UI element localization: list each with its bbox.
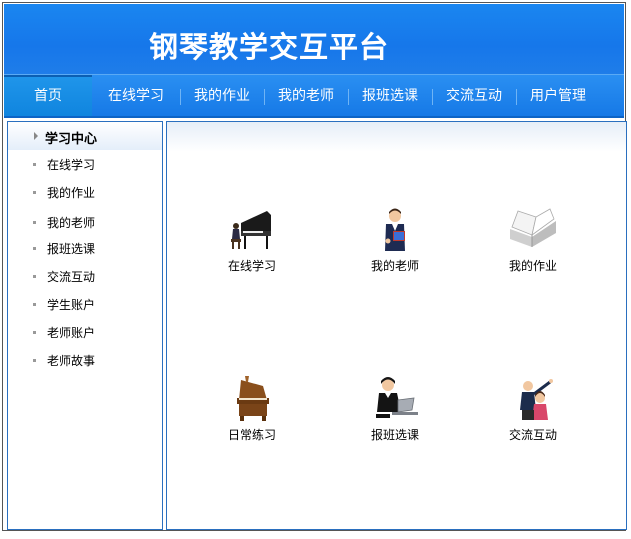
sidebar-item-my-teacher[interactable]: 我的老师: [33, 214, 95, 231]
tab-class-enroll[interactable]: 报班选课: [349, 75, 431, 118]
tile-daily-practice[interactable]: 日常练习: [202, 376, 302, 443]
main-panel: 在线学习 我的老师 我的作业 日常练习 报班选课 交流互动: [166, 121, 627, 530]
bullet-icon: [33, 331, 36, 334]
tab-user-management[interactable]: 用户管理: [517, 75, 599, 118]
sidebar-item-online-study[interactable]: 在线学习: [33, 156, 95, 173]
triangle-right-icon: [34, 132, 38, 140]
grand-piano-player-icon: [231, 211, 271, 249]
bullet-icon: [33, 221, 36, 224]
upright-piano-icon: [237, 376, 269, 421]
bullet-icon: [33, 275, 36, 278]
header-banner: 钢琴教学交互平台: [4, 4, 624, 74]
tile-class-enroll[interactable]: 报班选课: [345, 376, 445, 443]
app-frame: 钢琴教学交互平台 首页 在线学习 我的作业 我的老师 报班选课 交流互动 用户管…: [2, 2, 627, 531]
sidebar-item-interaction[interactable]: 交流互动: [33, 268, 95, 285]
sidebar-header-label: 学习中心: [45, 132, 98, 147]
tile-label: 我的作业: [508, 259, 557, 273]
tab-online-study[interactable]: 在线学习: [92, 75, 180, 118]
laptop-user-icon: [376, 377, 418, 418]
tile-label: 报班选课: [370, 428, 419, 442]
open-book-icon: [510, 208, 556, 247]
tab-my-teacher[interactable]: 我的老师: [265, 75, 347, 118]
tab-my-homework[interactable]: 我的作业: [181, 75, 263, 118]
tile-label: 我的老师: [370, 259, 419, 273]
sidebar: 学习中心 在线学习 我的作业 我的老师 报班选课 交流互动 学生账户 老师账户 …: [7, 121, 163, 530]
sidebar-item-my-homework[interactable]: 我的作业: [33, 184, 95, 201]
sidebar-item-class-enroll[interactable]: 报班选课: [33, 240, 95, 257]
main-nav: 首页 在线学习 我的作业 我的老师 报班选课 交流互动 用户管理: [4, 74, 624, 118]
app-title: 钢琴教学交互平台: [149, 30, 390, 64]
sidebar-item-teacher-account[interactable]: 老师账户: [33, 324, 95, 341]
tile-interaction[interactable]: 交流互动: [483, 376, 583, 443]
bullet-icon: [33, 303, 36, 306]
teacher-icon: [385, 208, 405, 251]
tile-my-homework[interactable]: 我的作业: [483, 207, 583, 274]
tab-interaction[interactable]: 交流互动: [433, 75, 515, 118]
tile-label: 日常练习: [227, 428, 276, 442]
sidebar-header: 学习中心: [8, 122, 162, 150]
bullet-icon: [33, 163, 36, 166]
bullet-icon: [33, 247, 36, 250]
tile-online-study[interactable]: 在线学习: [202, 207, 302, 274]
sidebar-item-teacher-stories[interactable]: 老师故事: [33, 352, 95, 369]
nav-underline: [4, 116, 624, 118]
tile-label: 交流互动: [508, 428, 557, 442]
main-top-shade: [167, 122, 626, 152]
bullet-icon: [33, 191, 36, 194]
tile-my-teacher[interactable]: 我的老师: [345, 207, 445, 274]
tab-home[interactable]: 首页: [4, 75, 92, 118]
bullet-icon: [33, 359, 36, 362]
tile-label: 在线学习: [227, 259, 276, 273]
sidebar-item-student-account[interactable]: 学生账户: [33, 296, 95, 313]
people-interaction-icon: [520, 379, 553, 420]
